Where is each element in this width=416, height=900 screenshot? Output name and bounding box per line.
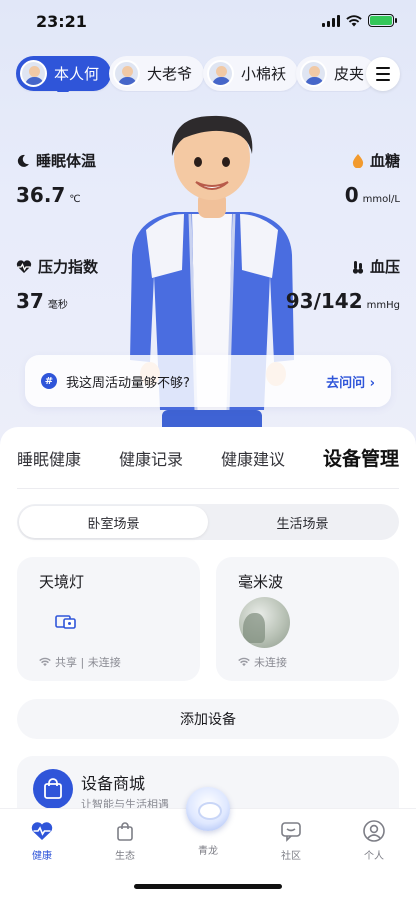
add-device-button[interactable]: 添加设备 [17,699,399,739]
metric-unit: 毫秒 [47,300,68,311]
divider [17,488,399,489]
hero-section: 23:21 本人何 大老爷 小棉袄 皮夹 睡眠体温 36.7 ℃ 血糖 0 mm… [0,0,416,460]
metric-unit: mmol/L [362,194,400,205]
scene-life[interactable]: 生活场景 [208,506,397,538]
device-card-lamp[interactable]: 天境灯 共享 | 未连接 [17,557,200,681]
avatar [20,60,47,87]
status-icons [322,14,397,27]
avatar-figure [130,115,294,460]
metric-blood-sugar[interactable]: 血糖 0 mmol/L [345,150,400,207]
ask-question: 我这周活动量够不够? [66,375,190,391]
profile-name: 皮夹 [334,65,365,83]
hash-icon: # [41,373,57,389]
metric-blood-pressure[interactable]: 血压 93/142 mmHg [286,256,400,313]
chat-icon [281,822,301,842]
device-name: 毫米波 [238,573,284,591]
profile-name: 大老爷 [147,65,193,83]
wifi-status-icon [39,657,51,667]
shopping-bag-icon [117,822,133,841]
metric-value: 37 [16,289,44,313]
ask-card[interactable]: # 我这周活动量够不够? 去问问 › [25,355,391,407]
nav-label: 生态 [115,851,135,862]
metric-stress[interactable]: 压力指数 37 毫秒 [16,256,98,313]
device-card-radar[interactable]: 毫米波 未连接 [216,557,399,681]
moon-icon [17,154,29,167]
metric-label: 血压 [369,258,400,276]
tab-health-records[interactable]: 健康记录 [119,446,183,470]
profile-chip-self[interactable]: 本人何 [16,56,112,92]
nav-health[interactable]: 健康 [12,819,72,862]
metric-label: 压力指数 [38,258,99,276]
nav-personal[interactable]: 个人 [344,819,404,862]
shopping-bag-icon [33,769,73,809]
metric-value: 93/142 [285,289,363,313]
device-status-text: 共享 | 未连接 [55,656,121,669]
metric-label: 睡眠体温 [36,152,97,170]
shop-title: 设备商城 [81,774,146,793]
metric-value: 36.7 [16,183,66,207]
heart-pulse-icon [16,259,32,273]
profile-chip-daughter[interactable]: 小棉袄 [203,56,299,91]
metric-sleep-temp[interactable]: 睡眠体温 36.7 ℃ [16,150,96,207]
battery-icon [368,14,397,27]
mascot-icon[interactable] [186,787,230,831]
avatar [300,60,327,87]
profile-name: 本人何 [54,65,100,83]
tab-health-advice[interactable]: 健康建议 [221,446,285,470]
nav-label: 个人 [364,851,384,862]
profile-chip-grandpa[interactable]: 大老爷 [109,56,205,91]
nav-ecology[interactable]: 生态 [95,819,155,862]
device-thumbnail [239,597,290,648]
wifi-icon [346,14,362,26]
metric-unit: mmHg [366,300,400,311]
status-time: 23:21 [36,12,87,31]
nav-label: 健康 [32,851,52,862]
metric-unit: ℃ [69,194,81,205]
nav-community[interactable]: 社区 [261,819,321,862]
user-icon [363,820,385,842]
tab-bar: 睡眠健康 健康记录 健康建议 设备管理 [17,444,399,471]
profile-chip-other[interactable]: 皮夹 [296,56,377,91]
ask-link[interactable]: 去问问 › [326,372,375,391]
tab-sleep-health[interactable]: 睡眠健康 [17,446,81,470]
wifi-status-icon [238,657,250,667]
heart-pulse-icon [31,822,53,840]
nav-center-label[interactable]: 青龙 [186,842,230,857]
nav-label: 社区 [281,851,301,862]
profile-switcher: 本人何 大老爷 小棉袄 皮夹 [16,56,416,92]
metric-label: 血糖 [369,152,400,170]
avatar [113,60,140,87]
thermometer-icon [352,260,364,274]
menu-button[interactable] [366,57,400,91]
scene-switcher: 卧室场景 生活场景 [17,504,399,540]
tab-device-management[interactable]: 设备管理 [323,444,399,471]
scene-bedroom[interactable]: 卧室场景 [19,506,208,538]
device-lamp-icon [55,615,76,629]
status-bar: 23:21 [0,0,416,44]
cellular-signal-icon [322,14,340,27]
metric-value: 0 [344,183,359,207]
avatar [207,60,234,87]
device-status-text: 未连接 [254,656,287,669]
drop-icon [352,153,364,168]
home-indicator [134,884,282,889]
device-name: 天境灯 [39,573,85,591]
profile-name: 小棉袄 [241,65,287,83]
